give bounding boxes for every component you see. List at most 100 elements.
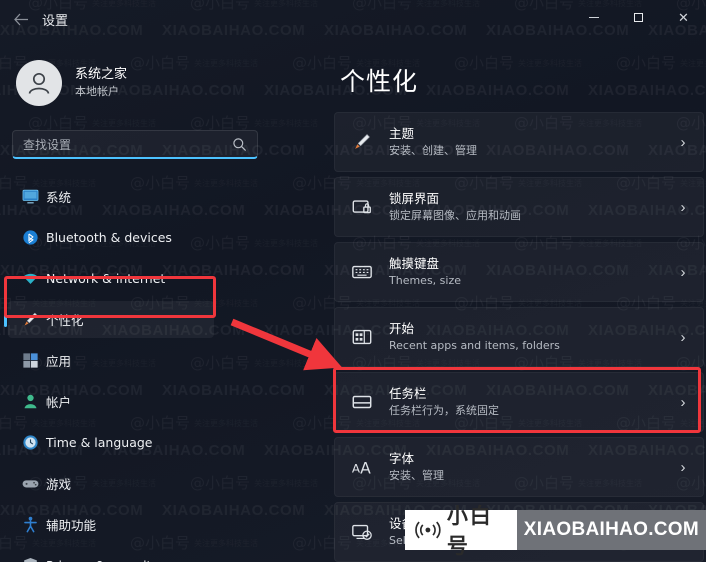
sidebar-item-10[interactable]: Privacy & security	[8, 547, 214, 562]
apps-icon	[22, 353, 38, 368]
sidebar-item-2[interactable]: Bluetooth & devices	[8, 219, 214, 256]
apps-icon-wrap	[14, 351, 46, 370]
accessibility-icon	[23, 516, 37, 533]
card-text: 字体 安装、管理	[389, 450, 663, 484]
settings-card-list: 主题 安装、创建、管理 › 锁屏界面 锁定屏幕图像、应用和动画 › 触摸键盘 Themes, …	[334, 112, 704, 562]
start-menu-icon-wrap	[335, 326, 389, 348]
account-icon	[24, 394, 36, 409]
site-logo-watermark: 小白号 XIAOBAIHAO.COM	[405, 504, 706, 558]
avatar	[16, 60, 62, 106]
chevron-right-icon: ›	[680, 458, 686, 476]
card-title: 开始	[389, 321, 415, 336]
sidebar-nav: 系统 Bluetooth & devices Network & internet 个…	[0, 178, 222, 562]
chevron-right-icon: ›	[680, 263, 686, 281]
card-text: 主题安装、创建、管理	[389, 125, 663, 159]
sidebar-item-label: Network & internet	[46, 271, 166, 286]
card-text: 触摸键盘 Themes, size	[389, 255, 663, 289]
chevron-right-icon: ›	[680, 198, 686, 216]
gamepad-icon-wrap	[14, 474, 46, 493]
settings-card-6[interactable]: A A 字体安装、管理 ›	[334, 437, 704, 497]
logo-text: 小白号	[446, 504, 493, 558]
minimize-button[interactable]	[571, 0, 616, 34]
settings-card-2[interactable]: 锁屏界面锁定屏幕图像、应用和动画 ›	[334, 177, 704, 237]
search-input[interactable]: 查找设置	[12, 130, 258, 159]
accessibility-icon-wrap	[14, 515, 46, 534]
taskbar-icon	[352, 395, 372, 409]
font-icon: AA	[352, 459, 371, 477]
close-button[interactable]: ✕	[661, 0, 706, 34]
profile-name: 系统之家	[75, 67, 128, 82]
shield-icon	[23, 557, 37, 562]
settings-card-1[interactable]: 主题安装、创建、管理 ›	[334, 112, 704, 172]
card-subtitle: 安装、创建、管理	[389, 144, 477, 157]
sidebar-item-label: 帐户	[46, 395, 72, 410]
sidebar-item-label: 应用	[46, 354, 72, 369]
back-button[interactable]	[8, 7, 34, 31]
chevron-right-icon: ›	[680, 133, 686, 151]
card-subtitle: Recent apps and items, folders	[389, 339, 560, 352]
sidebar: 系统之家 本地帐户 查找设置 系统 Bluetooth & devices Netw…	[0, 38, 258, 562]
search-value: 查找设置	[23, 137, 72, 152]
card-text: 锁屏界面锁定屏幕图像、应用和动画	[389, 190, 663, 224]
sidebar-item-1[interactable]: 系统	[8, 178, 214, 215]
sidebar-item-label: 系统	[46, 190, 72, 205]
brush-icon-wrap	[14, 310, 46, 329]
card-title: 字体	[389, 451, 415, 466]
brush-icon-wrap	[335, 131, 389, 153]
card-subtitle: Themes, size	[389, 274, 461, 287]
bluetooth-icon	[22, 230, 38, 245]
sidebar-item-label: Bluetooth & devices	[46, 230, 172, 245]
card-title: 锁屏界面	[389, 191, 440, 206]
window-controls: ✕	[571, 0, 706, 34]
sidebar-item-4[interactable]: 个性化	[4, 301, 214, 338]
page-title: 个性化	[340, 67, 419, 96]
clock-icon-wrap	[14, 433, 46, 452]
lock-screen-icon	[352, 200, 371, 214]
window-title: 设置	[42, 14, 69, 29]
card-subtitle: 任务栏行为，系统固定	[389, 404, 499, 417]
back-arrow-icon	[13, 13, 28, 25]
sidebar-item-label: Time & language	[46, 435, 153, 450]
broadcast-icon	[415, 521, 441, 539]
card-subtitle: 锁定屏幕图像、应用和动画	[389, 209, 521, 222]
brush-icon	[24, 312, 37, 326]
card-title: 主题	[389, 126, 415, 141]
chevron-right-icon: ›	[680, 328, 686, 346]
sidebar-item-6[interactable]: 帐户	[8, 383, 214, 420]
device-usage-icon-wrap	[335, 521, 389, 543]
gamepad-icon	[22, 480, 38, 488]
start-menu-icon	[352, 329, 372, 345]
card-text: 开始 Recent apps and items, folders	[389, 320, 663, 354]
sidebar-item-7[interactable]: Time & language	[8, 424, 214, 461]
clock-icon	[22, 435, 38, 450]
wifi-icon	[22, 273, 38, 285]
sidebar-item-8[interactable]: 游戏	[8, 465, 214, 502]
font-icon-wrap: AA	[335, 456, 389, 478]
sidebar-item-label: 游戏	[46, 477, 72, 492]
card-subtitle: 安装、管理	[389, 469, 444, 482]
sidebar-item-9[interactable]: 辅助功能	[8, 506, 214, 543]
card-title: 任务栏	[389, 386, 427, 401]
settings-card-5[interactable]: 任务栏 任务栏行为，系统固定 ›	[334, 372, 704, 432]
sidebar-item-3[interactable]: Network & internet	[8, 260, 214, 297]
settings-window: XIAOBAIHAO.COM@小白号关注更多科技生活XIAOBAIHAO.COM…	[0, 0, 706, 562]
card-text: 任务栏任务栏行为，系统固定	[389, 385, 663, 419]
main-content: 个性化 主题 安装、创建、管理 › 锁屏界面 锁定屏幕图像、应用和动画 › 触摸键盘 Them…	[330, 38, 706, 562]
svg-text:A: A	[360, 459, 371, 477]
maximize-button[interactable]	[616, 0, 661, 34]
title-bar: 设置 ✕	[0, 0, 706, 38]
settings-card-4[interactable]: 开始 Recent apps and items, folders ›	[334, 307, 704, 367]
monitor-icon-wrap	[14, 187, 46, 206]
sidebar-item-label: Privacy & security	[46, 558, 159, 562]
keyboard-icon-wrap	[335, 261, 389, 283]
user-avatar-icon	[28, 72, 50, 94]
keyboard-icon	[352, 265, 372, 279]
monitor-icon	[22, 189, 38, 204]
shield-icon-wrap	[14, 556, 46, 562]
wifi-icon-wrap	[14, 269, 46, 288]
profile-subtitle: 本地帐户	[75, 85, 119, 98]
logo-domain: XIAOBAIHAO.COM	[516, 510, 706, 550]
user-profile[interactable]: 系统之家 本地帐户	[16, 60, 127, 106]
settings-card-3[interactable]: 触摸键盘 Themes, size ›	[334, 242, 704, 302]
sidebar-item-5[interactable]: 应用	[8, 342, 214, 379]
